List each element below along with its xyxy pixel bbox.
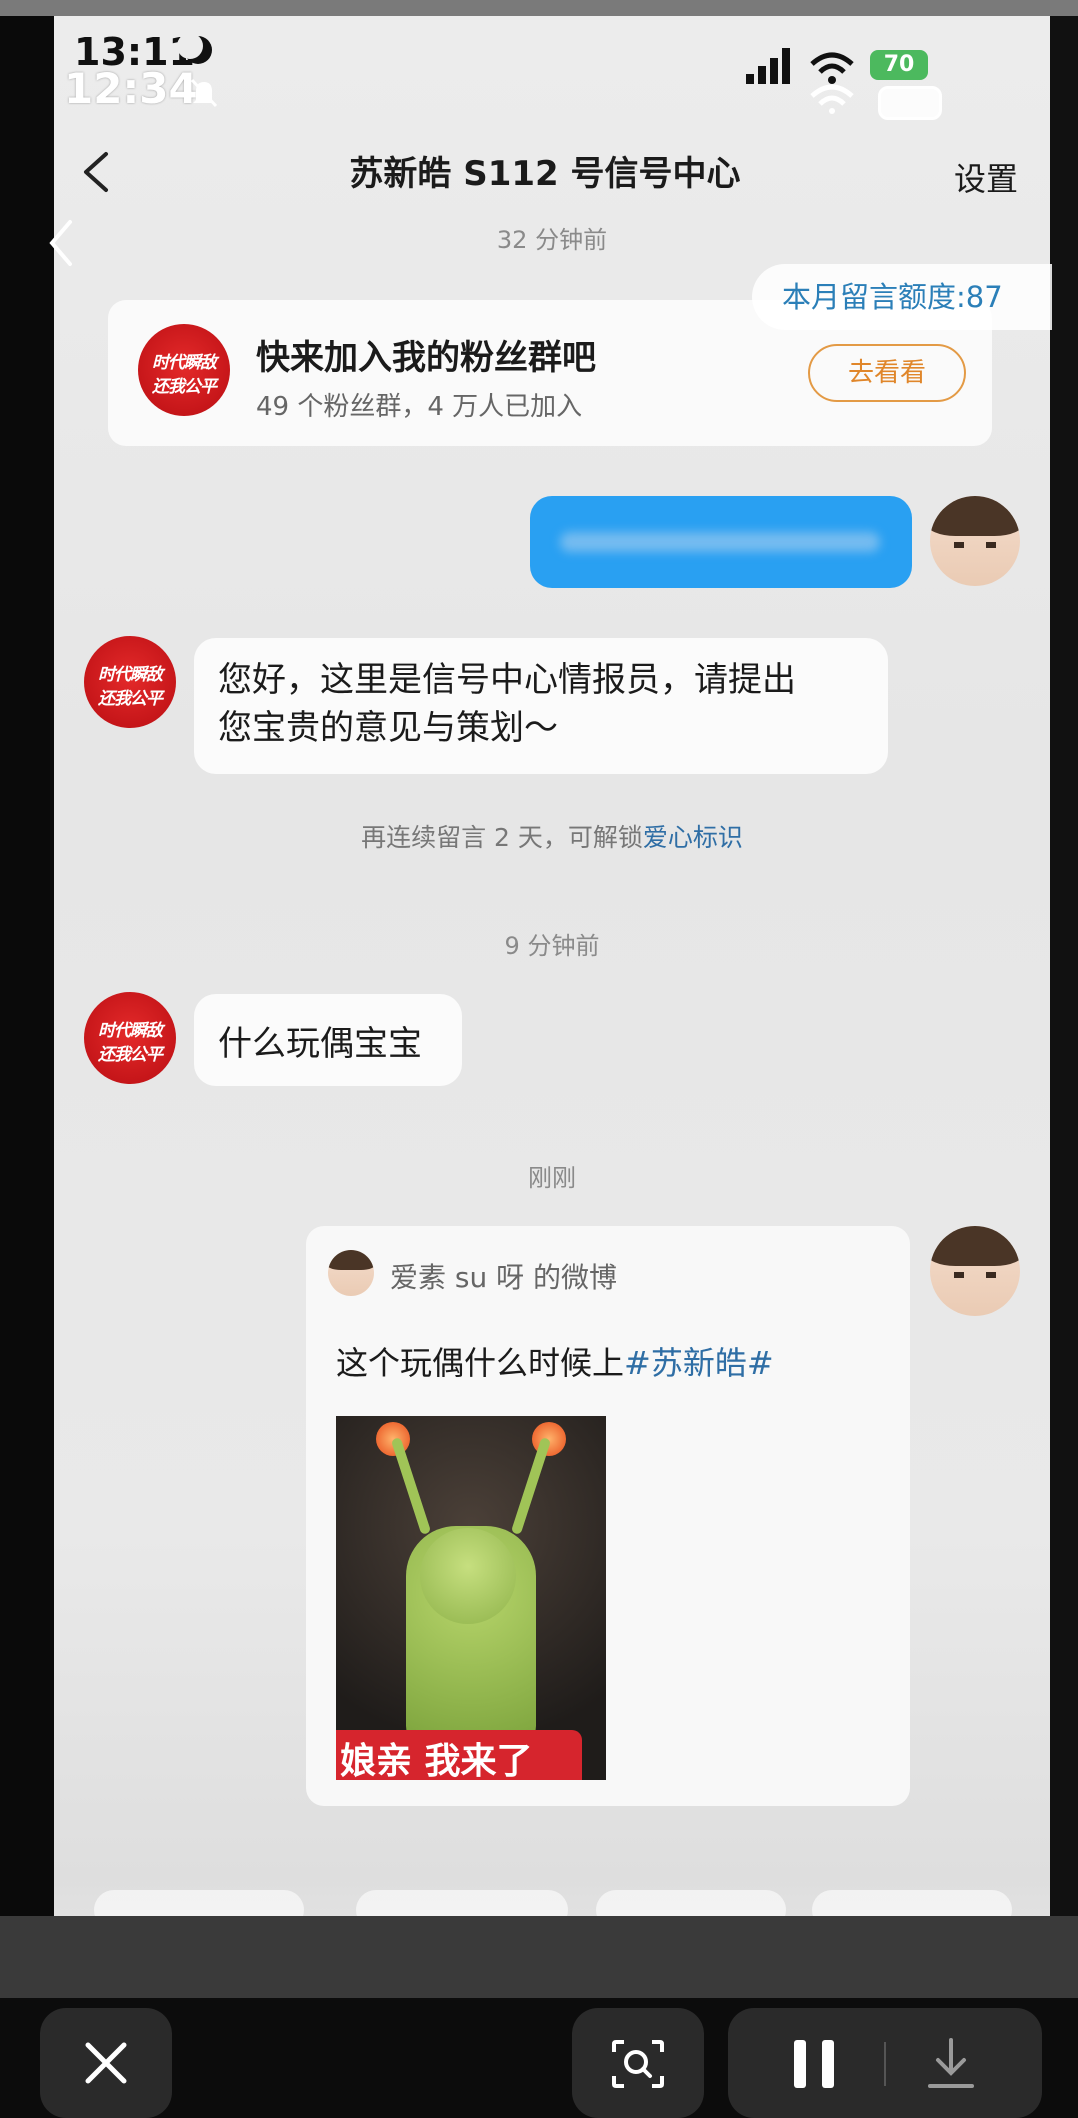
message-quota-badge: 本月留言额度:87 <box>752 264 1052 330</box>
weibo-text: 这个玩偶什么时候上#苏新皓# <box>336 1344 774 1382</box>
unlock-hint: 再连续留言 2 天，可解锁爱心标识 <box>54 818 1050 854</box>
close-button[interactable] <box>40 2008 172 2118</box>
weibo-source: 爱素 su 呀 的微博 <box>390 1261 618 1294</box>
top-strip <box>0 0 1078 16</box>
battery-indicator: 70 <box>870 50 928 80</box>
signal-center-avatar[interactable]: 时代瞬敌 还我公平 <box>84 992 176 1084</box>
received-message-bubble[interactable]: 什么玩偶宝宝 <box>194 994 462 1086</box>
shared-weibo-card[interactable]: 爱素 su 呀 的微博 这个玩偶什么时候上#苏新皓# 娘亲 我来了 <box>306 1226 910 1806</box>
message-text-line: 您好，这里是信号中心情报员，请提出 <box>218 660 796 700</box>
view-fan-group-button[interactable]: 去看看 <box>808 344 966 402</box>
heart-badge-link[interactable]: 爱心标识 <box>643 823 743 852</box>
hint-text: 再连续留言 2 天，可解锁 <box>361 823 643 852</box>
playback-controls <box>728 2008 1042 2118</box>
signal-icon <box>746 48 790 84</box>
scan-search-icon <box>612 2040 664 2088</box>
message-text-line: 您宝贵的意见与策划～ <box>218 708 558 748</box>
progress-bar-area <box>0 1916 1078 1998</box>
wifi-icon <box>810 52 854 114</box>
moon-icon <box>177 33 212 64</box>
battery-icon <box>878 86 942 120</box>
page-title: 苏新皓 S112 号信号中心 <box>349 154 741 194</box>
signal-center-avatar: 时代瞬敌 还我公平 <box>138 324 230 416</box>
image-search-button[interactable] <box>572 2008 704 2118</box>
timestamp: 32 分钟前 <box>496 226 608 254</box>
download-icon[interactable] <box>926 2038 976 2090</box>
close-icon <box>85 2042 127 2084</box>
blurred-text <box>560 532 880 552</box>
received-message-bubble[interactable]: 您好，这里是信号中心情报员，请提出 您宝贵的意见与策划～ <box>194 638 888 774</box>
left-border <box>0 16 54 1916</box>
user-avatar[interactable] <box>930 496 1020 586</box>
divider <box>884 2042 886 2086</box>
bell-off-icon <box>190 78 218 108</box>
right-border <box>1050 16 1078 1916</box>
hashtag-link[interactable]: #苏新皓# <box>624 1344 774 1382</box>
timestamp: 9 分钟前 <box>504 932 600 960</box>
back-arrow-icon[interactable] <box>80 150 110 194</box>
weibo-image[interactable]: 娘亲 我来了 <box>336 1416 606 1780</box>
user-avatar[interactable] <box>930 1226 1020 1316</box>
fan-group-title: 快来加入我的粉丝群吧 <box>256 338 596 378</box>
settings-button[interactable]: 设置 <box>954 154 1018 200</box>
sent-message-bubble[interactable] <box>530 496 912 588</box>
fan-group-subtitle: 49 个粉丝群，4 万人已加入 <box>256 392 583 422</box>
timestamp: 刚刚 <box>528 1164 576 1192</box>
weibo-author-avatar <box>328 1250 374 1296</box>
pause-icon[interactable] <box>792 2038 838 2090</box>
image-caption: 娘亲 我来了 <box>340 1741 533 1780</box>
signal-center-avatar[interactable]: 时代瞬敌 还我公平 <box>84 636 176 728</box>
status-time-secondary: 12:34 <box>64 64 198 113</box>
